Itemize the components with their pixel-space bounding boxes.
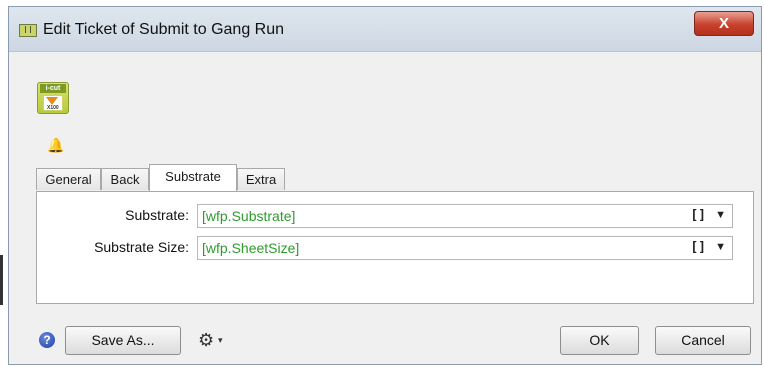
gear-icon[interactable]: ⚙ (198, 331, 214, 349)
dropdown-arrow-icon[interactable]: ▼ (715, 241, 726, 253)
app-icon-top-text: i-cut (40, 84, 66, 93)
tab-extra[interactable]: Extra (237, 168, 285, 190)
substrate-size-label: Substrate Size: (94, 239, 189, 255)
ok-button[interactable]: OK (560, 326, 639, 355)
substrate-size-value: [wfp.SheetSize] (202, 240, 300, 256)
dialog-body: i-cut X100 🔔 General Back Substrate Extr… (9, 52, 761, 364)
cancel-button[interactable]: Cancel (655, 326, 751, 355)
substrate-size-field[interactable]: [wfp.SheetSize] [] ▼ (197, 236, 733, 260)
tab-substrate[interactable]: Substrate (149, 164, 237, 191)
substrate-field[interactable]: [wfp.Substrate] [] ▼ (197, 204, 733, 228)
substrate-label: Substrate: (125, 207, 189, 223)
dropdown-arrow-icon[interactable]: ▼ (715, 209, 726, 221)
gear-dropdown-arrow-icon[interactable]: ▾ (218, 335, 223, 346)
tab-general[interactable]: General (36, 168, 101, 190)
substrate-panel: Substrate: [wfp.Substrate] [] ▼ Substrat… (36, 191, 754, 304)
substrate-value: [wfp.Substrate] (202, 208, 296, 224)
window-title: Edit Ticket of Submit to Gang Run (43, 21, 285, 38)
title-bar: Edit Ticket of Submit to Gang Run X (9, 7, 761, 52)
dialog-window: Edit Ticket of Submit to Gang Run X i-cu… (8, 6, 762, 365)
background-edge-mark (0, 255, 3, 305)
brackets-icon[interactable]: [] (690, 240, 706, 255)
tab-back[interactable]: Back (101, 168, 149, 190)
butterfly-icon (46, 97, 58, 105)
bell-icon[interactable]: 🔔 (47, 138, 64, 152)
help-icon[interactable]: ? (39, 332, 55, 348)
window-icon (19, 24, 37, 37)
close-button[interactable]: X (694, 11, 754, 36)
save-as-button[interactable]: Save As... (65, 326, 181, 355)
background-edge (0, 0, 8, 367)
brackets-icon[interactable]: [] (690, 208, 706, 223)
app-icon-bottom-text: X100 (47, 105, 59, 111)
i-cut-x100-icon: i-cut X100 (37, 82, 69, 114)
